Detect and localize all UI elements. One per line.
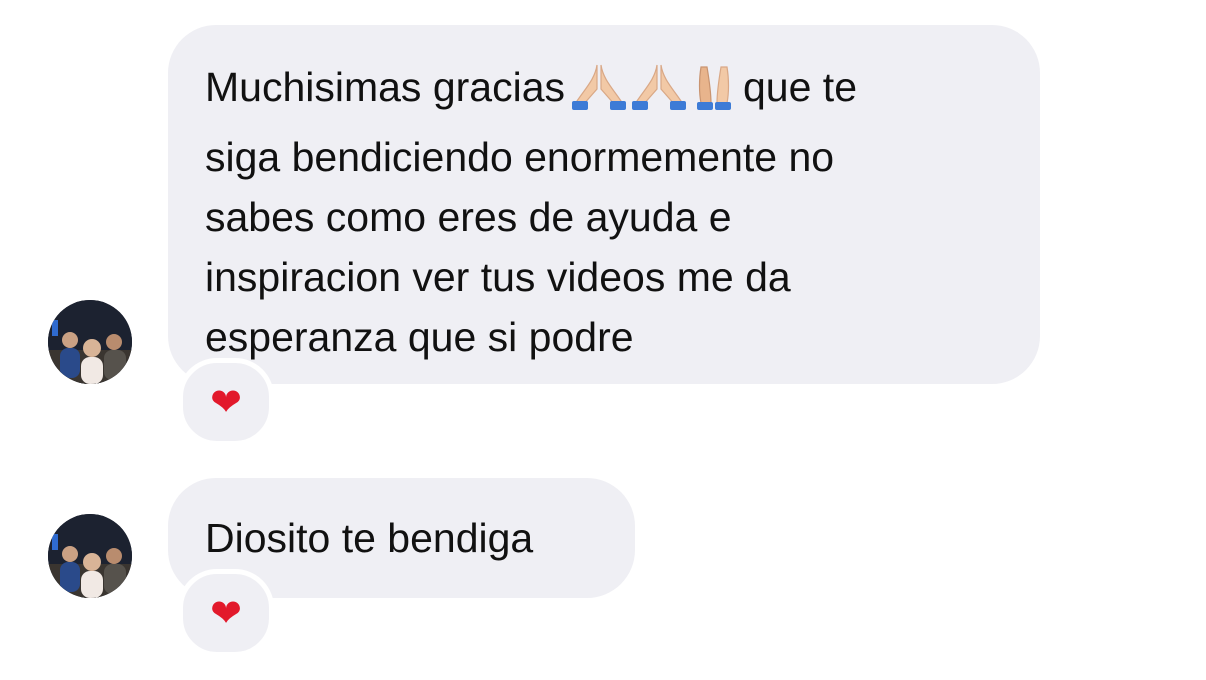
message-text: Muchisimas gracias	[205, 64, 565, 110]
raised-hands-icon	[697, 66, 731, 110]
message-text: que te	[743, 64, 857, 110]
sender-avatar[interactable]	[48, 514, 132, 598]
message-text-line: siga bendiciendo enormemente no	[205, 134, 835, 180]
folded-hands-icon	[632, 64, 686, 110]
message-text-line: sabes como eres de ayuda e	[205, 194, 732, 240]
heart-icon: ❤	[210, 380, 242, 424]
sender-avatar[interactable]	[48, 300, 132, 384]
folded-hands-icon	[572, 64, 626, 110]
message-text-line: Muchisimas gracias que te	[205, 57, 1010, 127]
message-text-line: Diosito te bendiga	[205, 515, 534, 561]
heart-reaction[interactable]: ❤	[178, 358, 274, 446]
heart-icon: ❤	[210, 591, 242, 635]
message-bubble[interactable]: Muchisimas gracias que te siga bendicien…	[168, 25, 1040, 384]
heart-reaction[interactable]: ❤	[178, 569, 274, 657]
message-text-line: inspiracion ver tus videos me da	[205, 254, 791, 300]
message-text-line: esperanza que si podre	[205, 314, 634, 360]
emoji-group	[569, 59, 739, 127]
